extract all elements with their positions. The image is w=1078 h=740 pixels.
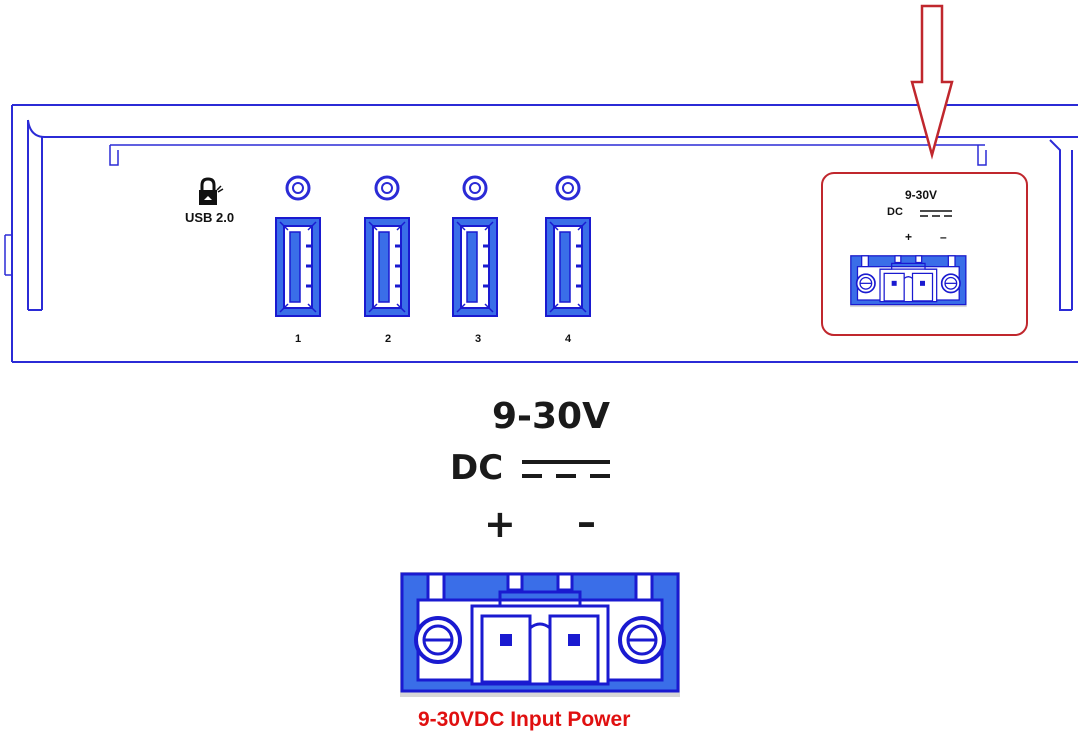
- diagram-stage: USB 2.0 1 2 3 4 9-30V DC + – 9-30V DC + …: [0, 0, 1078, 740]
- usb-port-4: [545, 217, 591, 317]
- usb-version-label: USB 2.0: [185, 210, 235, 225]
- power-connector-small: [849, 254, 968, 308]
- port-led-rings: [285, 175, 581, 201]
- dc-symbol-icon: [920, 210, 952, 217]
- large-plus-label: +: [484, 502, 516, 546]
- down-arrow-icon: [910, 4, 954, 160]
- port-number-4: 4: [564, 333, 572, 345]
- diagram-drawing: [4, 4, 1078, 697]
- port-number-3: 3: [474, 333, 482, 345]
- large-minus-label: –: [577, 500, 596, 544]
- large-voltage-label: 9-30V: [492, 396, 610, 437]
- small-minus-label: –: [940, 230, 947, 244]
- device-chassis: [4, 104, 1078, 363]
- dc-symbol-large-icon: [522, 460, 610, 478]
- usb-port-1: [275, 217, 321, 317]
- usb-ports: [275, 217, 591, 317]
- power-connector-large: [400, 572, 680, 697]
- input-power-caption: 9-30VDC Input Power: [418, 708, 631, 731]
- port-number-1: 1: [294, 333, 302, 345]
- usb-port-3: [452, 217, 498, 317]
- port-number-2: 2: [384, 333, 392, 345]
- small-dc-label: DC: [887, 206, 903, 218]
- small-voltage-label: 9-30V: [905, 188, 938, 202]
- large-dc-label: DC: [450, 448, 504, 488]
- usb-port-2: [364, 217, 410, 317]
- small-plus-label: +: [905, 230, 913, 244]
- usb-lock-icon: [199, 177, 224, 205]
